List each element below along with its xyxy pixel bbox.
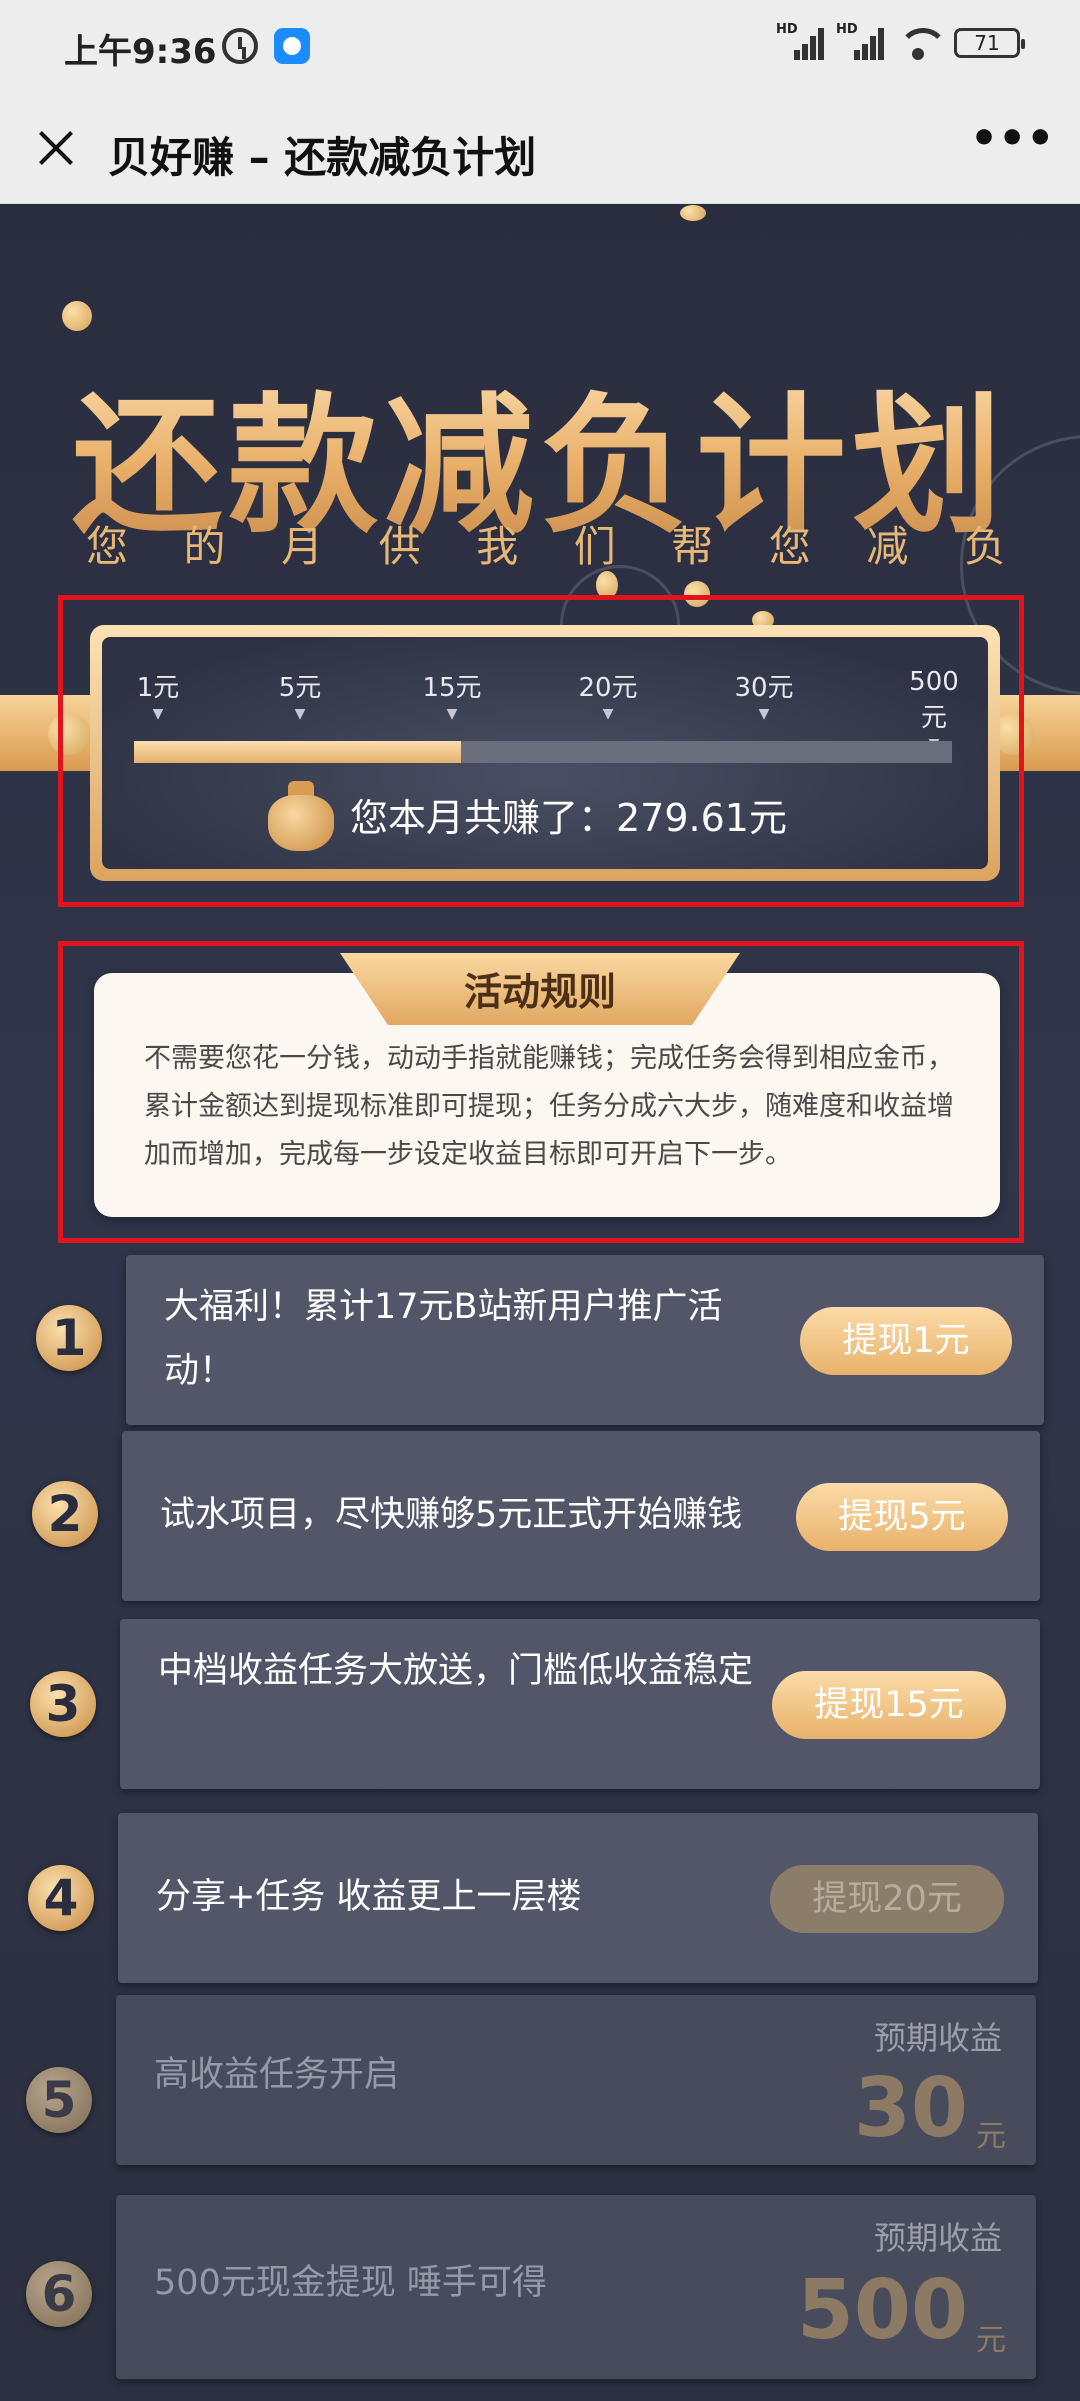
highlight-box-rules (58, 941, 1024, 1243)
more-icon[interactable]: ••• (970, 117, 1054, 174)
battery-icon: 71 (954, 28, 1025, 58)
subtitle-char: 们 (573, 522, 616, 571)
alarm-icon (222, 28, 258, 64)
withdraw-button[interactable]: 提现5元 (796, 1483, 1008, 1551)
expected-income-label: 预期收益 (873, 2219, 1002, 2257)
subtitle-char: 的 (183, 522, 226, 571)
subtitle-char: 您 (768, 522, 811, 571)
step-card: 中档收益任务大放送，门槛低收益稳定 提现15元 (120, 1619, 1040, 1789)
page-content: 还款减负计划 您 的 月 供 我 们 帮 您 减 负 1元 5元 15元 20元… (0, 205, 1080, 2401)
subtitle-char: 帮 (671, 522, 714, 571)
page-title: 贝好赚 – 还款减负计划 (108, 133, 537, 182)
expected-income-unit: 元 (976, 2323, 1006, 2358)
step-text: 500元现金提现 唾手可得 (154, 2263, 547, 2303)
hero-subtitle: 您 的 月 供 我 们 帮 您 减 负 (86, 513, 1006, 574)
coin-decoration (680, 205, 706, 221)
subtitle-char: 减 (866, 522, 909, 571)
step-text: 中档收益任务大放送，门槛低收益稳定 (158, 1651, 754, 1691)
highlight-box-progress (58, 595, 1024, 907)
close-icon[interactable] (30, 122, 82, 174)
subtitle-char: 月 (281, 522, 324, 571)
subtitle-char: 我 (476, 522, 519, 571)
withdraw-button[interactable]: 提现15元 (772, 1671, 1006, 1739)
subtitle-char: 负 (963, 522, 1006, 571)
step-card-locked: 500元现金提现 唾手可得 预期收益 500 元 (116, 2195, 1036, 2379)
step-card: 大福利！累计17元B站新用户推广活动！ 提现1元 (126, 1255, 1044, 1425)
expected-income-value: 30 (853, 2061, 968, 2156)
nav-bar: 贝好赚 – 还款减负计划 ••• (0, 96, 1080, 204)
step-number-badge: 6 (26, 2261, 92, 2327)
step-text: 分享+任务 收益更上一层楼 (156, 1877, 582, 1917)
expected-income-value: 500 (796, 2263, 968, 2358)
signal-icon: HD (776, 22, 824, 60)
step-number-badge: 2 (32, 1481, 98, 1547)
coin-decoration (62, 301, 92, 331)
step-number-badge: 3 (30, 1671, 96, 1737)
withdraw-button-disabled[interactable]: 提现20元 (770, 1865, 1004, 1933)
app-notification-icon (274, 28, 310, 64)
step-text: 试水项目，尽快赚够5元正式开始赚钱 (160, 1495, 743, 1535)
hd-label: HD (836, 22, 858, 37)
hd-label: HD (776, 22, 798, 37)
step-card: 试水项目，尽快赚够5元正式开始赚钱 提现5元 (122, 1431, 1040, 1601)
step-card: 分享+任务 收益更上一层楼 提现20元 (118, 1813, 1038, 1983)
expected-income-label: 预期收益 (873, 2019, 1002, 2057)
expected-income-unit: 元 (976, 2119, 1006, 2154)
step-card-locked: 高收益任务开启 预期收益 30 元 (116, 1995, 1036, 2165)
signal-icon: HD (836, 22, 884, 60)
status-bar: 上午9:36 HD HD 71 (0, 0, 1080, 96)
subtitle-char: 供 (378, 522, 421, 571)
step-text: 高收益任务开启 (154, 2055, 400, 2095)
wifi-icon (896, 26, 948, 60)
step-number-badge: 4 (28, 1865, 94, 1931)
status-time: 上午9:36 (64, 32, 217, 72)
withdraw-button[interactable]: 提现1元 (800, 1307, 1012, 1375)
step-number-badge: 5 (26, 2067, 92, 2133)
subtitle-char: 您 (86, 522, 129, 571)
step-text: 大福利！累计17元B站新用户推广活动！ (164, 1287, 723, 1391)
step-number-badge: 1 (36, 1305, 102, 1371)
